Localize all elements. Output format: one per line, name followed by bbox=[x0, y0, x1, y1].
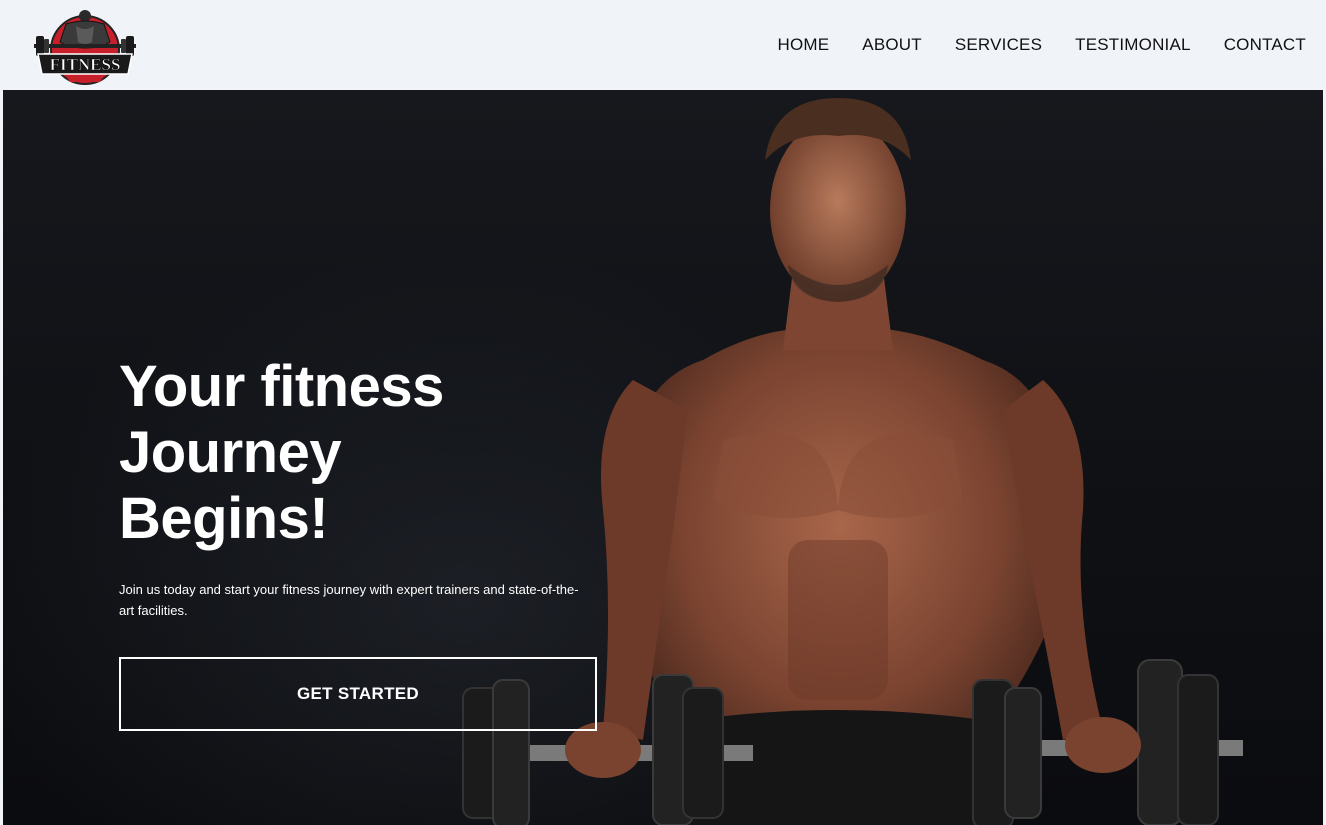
nav-about[interactable]: ABOUT bbox=[862, 35, 922, 55]
nav-home[interactable]: HOME bbox=[777, 35, 829, 55]
nav-services[interactable]: SERVICES bbox=[955, 35, 1042, 55]
main-nav: HOME ABOUT SERVICES TESTIMONIAL CONTACT bbox=[777, 0, 1306, 90]
site-header: FITNESS HOME ABOUT SERVICES TESTIMONIAL … bbox=[0, 0, 1326, 90]
nav-testimonial[interactable]: TESTIMONIAL bbox=[1075, 35, 1191, 55]
get-started-button[interactable]: GET STARTED bbox=[119, 657, 597, 731]
hero-title: Your fitness Journey Begins! bbox=[119, 354, 444, 551]
nav-contact[interactable]: CONTACT bbox=[1224, 35, 1306, 55]
hero-subtitle: Join us today and start your fitness jou… bbox=[119, 582, 579, 618]
hero-section: Your fitness Journey Begins! Join us tod… bbox=[3, 90, 1323, 825]
fitness-logo[interactable]: FITNESS bbox=[30, 2, 140, 88]
logo-wordmark: FITNESS bbox=[50, 55, 121, 74]
